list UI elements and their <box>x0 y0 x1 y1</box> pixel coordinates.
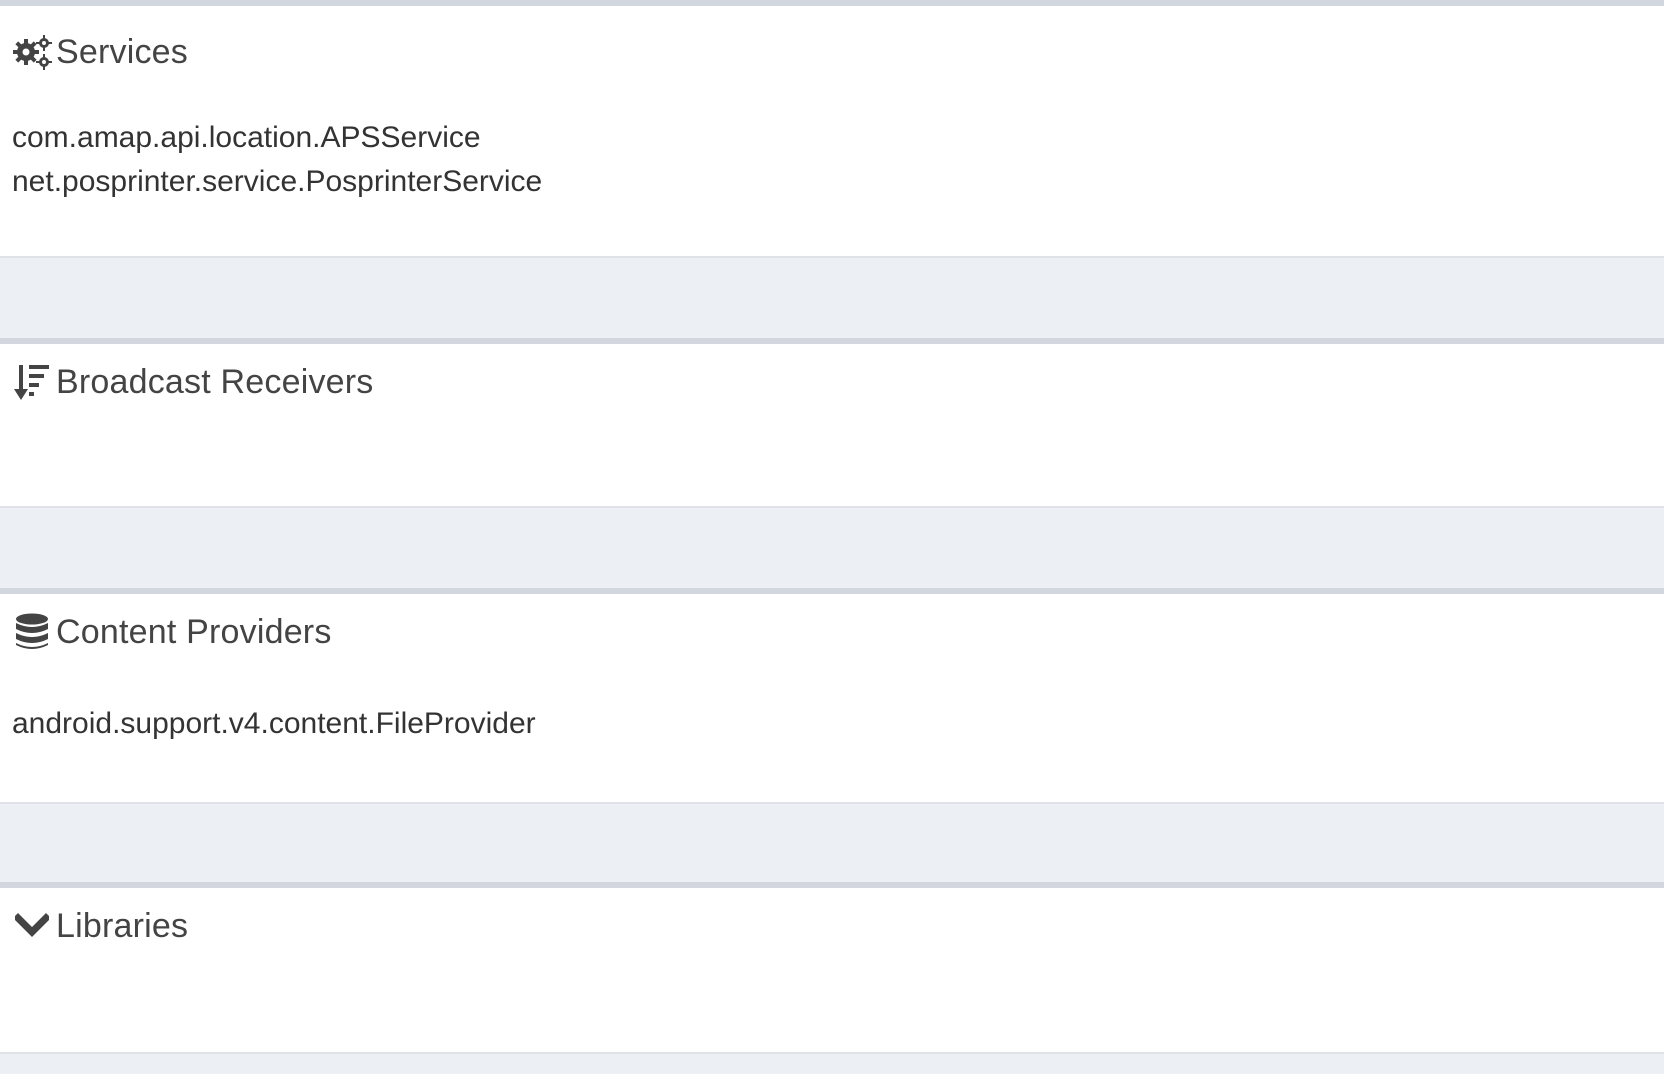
receivers-box: Broadcast Receivers <box>0 338 1664 508</box>
list-item: com.amap.api.location.APSService <box>12 121 481 154</box>
database-icon <box>12 612 52 652</box>
chevron-down-icon[interactable] <box>12 906 52 946</box>
services-title: Services <box>56 32 188 71</box>
providers-header: Content Providers <box>12 612 332 652</box>
receivers-title: Broadcast Receivers <box>56 362 374 401</box>
libraries-header[interactable]: Libraries <box>12 906 188 946</box>
receivers-header: Broadcast Receivers <box>12 362 374 402</box>
sort-amount-down-icon <box>12 362 52 402</box>
libraries-box: Libraries <box>0 882 1664 1054</box>
services-list: com.amap.api.location.APSService net.pos… <box>12 116 542 204</box>
providers-title: Content Providers <box>56 612 332 651</box>
services-box: Services com.amap.api.location.APSServic… <box>0 0 1664 258</box>
list-item: android.support.v4.content.FileProvider <box>12 707 536 740</box>
list-item: net.posprinter.service.PosprinterService <box>12 165 543 198</box>
providers-box: Content Providers android.support.v4.con… <box>0 588 1664 804</box>
providers-list: android.support.v4.content.FileProvider <box>12 702 536 746</box>
services-header: Services <box>12 32 188 72</box>
page: Services com.amap.api.location.APSServic… <box>0 0 1664 1074</box>
libraries-title: Libraries <box>56 906 189 945</box>
cogs-icon <box>12 32 52 72</box>
